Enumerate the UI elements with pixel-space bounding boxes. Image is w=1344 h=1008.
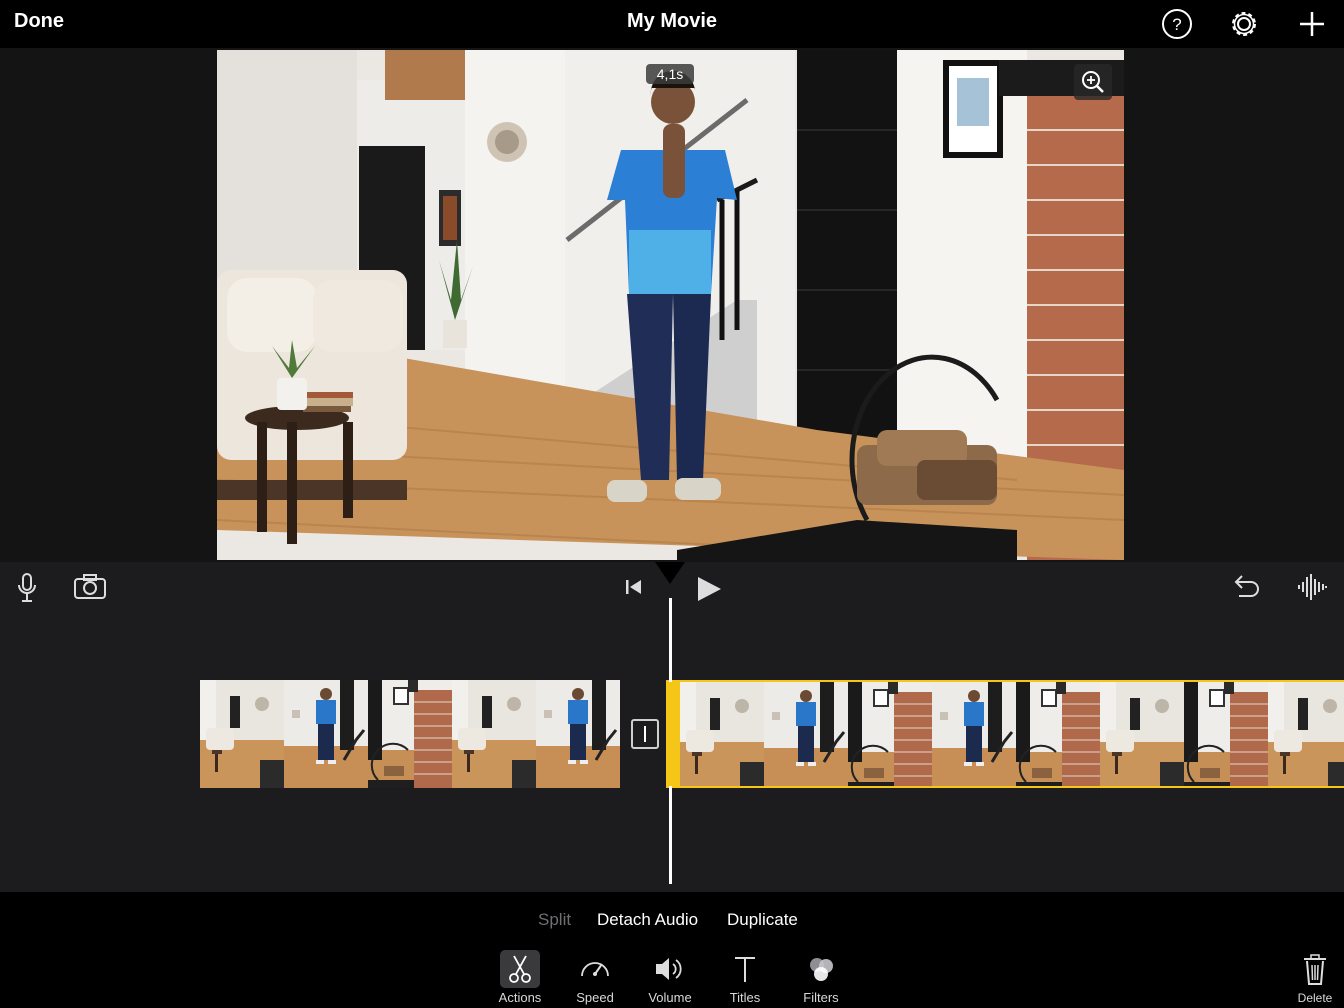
clip-thumbnail [1100, 682, 1184, 788]
text-t-icon [735, 957, 755, 982]
tab-label: Titles [729, 990, 761, 1005]
filter-circles-icon [810, 958, 833, 981]
scissors-icon [500, 950, 540, 988]
duplicate-button[interactable]: Duplicate [727, 910, 798, 930]
project-title: My Movie [626, 10, 718, 32]
add-plus-icon[interactable] [1296, 8, 1328, 40]
play-icon[interactable] [695, 574, 723, 609]
tab-label: Filters [803, 990, 839, 1005]
video-viewer [0, 48, 1344, 562]
microphone-icon[interactable] [14, 572, 40, 609]
detach-audio-button[interactable]: Detach Audio [597, 910, 698, 930]
clip-thumbnail [452, 680, 536, 788]
delete-label: Delete [1297, 991, 1333, 1005]
tab-label: Actions [498, 990, 542, 1005]
clip-thumbnail [848, 682, 932, 788]
speaker-icon [656, 958, 682, 980]
playhead-marker [655, 562, 685, 584]
video-clip[interactable] [200, 680, 620, 788]
tab-label: Speed [576, 990, 614, 1005]
svg-text:?: ? [1172, 15, 1181, 34]
settings-gear-icon[interactable] [1228, 8, 1260, 40]
delete-button[interactable]: Delete [1292, 954, 1338, 1005]
trash-icon [1304, 954, 1326, 985]
top-bar: Done My Movie ? [0, 0, 1344, 48]
transition-button[interactable] [631, 719, 659, 749]
camera-icon[interactable] [73, 574, 107, 605]
clip-thumbnail [284, 680, 368, 788]
clip-thumbnail [1184, 682, 1268, 788]
clip-thumbnail [932, 682, 1016, 788]
split-button[interactable]: Split [538, 910, 571, 930]
tab-filters[interactable]: Filters [786, 950, 856, 1005]
clip-thumbnail [200, 680, 284, 788]
inspector-panel: Split Detach Audio Duplicate Actions Spe… [0, 892, 1344, 1008]
clip-duration-badge: 4,1s [646, 64, 694, 84]
tab-actions[interactable]: Actions [485, 950, 555, 1005]
clip-thumbnail [1268, 682, 1344, 788]
clip-thumbnail [536, 680, 620, 788]
audio-waveform-icon[interactable] [1296, 572, 1328, 607]
tab-speed[interactable]: Speed [560, 950, 630, 1005]
undo-icon[interactable] [1229, 572, 1261, 607]
tab-volume[interactable]: Volume [635, 950, 705, 1005]
video-preview[interactable] [217, 50, 1124, 560]
tab-titles[interactable]: Titles [710, 950, 780, 1005]
timeline[interactable] [0, 562, 1344, 892]
clip-thumbnail [368, 680, 452, 788]
clip-thumbnail [1016, 682, 1100, 788]
tab-label: Volume [648, 990, 692, 1005]
clip-trim-handle[interactable] [666, 682, 680, 786]
skip-to-start-icon[interactable] [623, 576, 645, 603]
speedometer-icon [581, 962, 609, 977]
zoom-in-icon[interactable] [1074, 64, 1112, 100]
clip-thumbnail [764, 682, 848, 788]
help-icon[interactable]: ? [1161, 8, 1193, 40]
selected-video-clip[interactable] [666, 680, 1344, 788]
clip-thumbnail [680, 682, 764, 788]
